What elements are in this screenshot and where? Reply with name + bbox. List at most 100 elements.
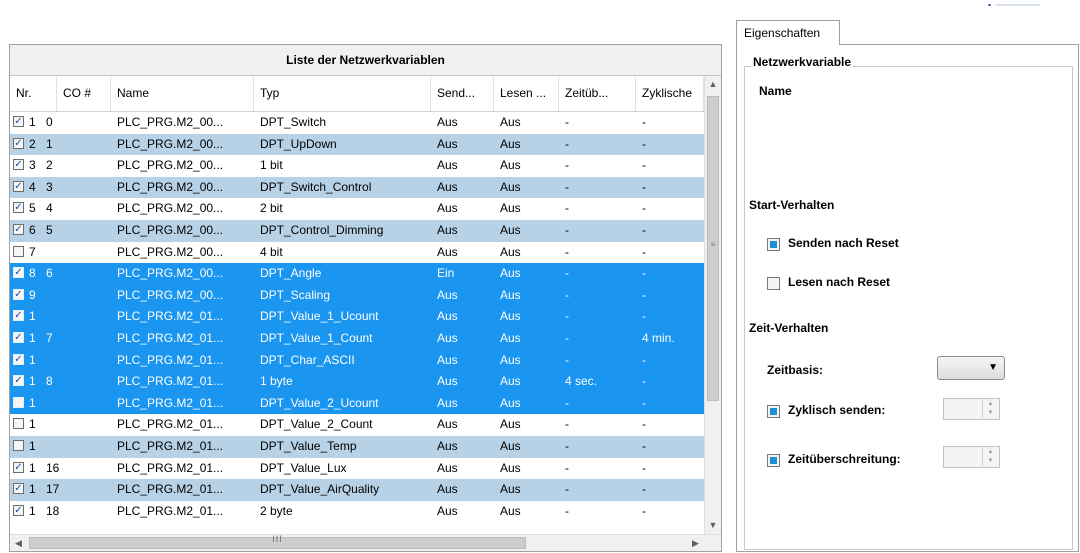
row-checkbox[interactable]: ✓ [13,375,24,387]
cell-send: Aus [437,417,458,432]
table-row[interactable]: ✓ 1 PLC_PRG.M2_01... DPT_Value_1_Ucount Aus A… [10,306,704,328]
cell-zeit: - [565,222,569,237]
column-header[interactable]: Typ [254,76,431,111]
cell-name: PLC_PRG.M2_00... [117,244,224,259]
row-checkbox[interactable]: ✓ [13,353,24,365]
cell-lesen: Aus [500,482,521,497]
dropdown-arrow-icon: ▼ [988,362,998,373]
row-checkbox[interactable]: ✓ [13,310,24,322]
table-row[interactable]: ✓ 8 6 PLC_PRG.M2_00... DPT_Angle Ein Aus - - [10,263,704,285]
cell-lesen: Aus [500,330,521,345]
cell-zeit: - [565,503,569,518]
scroll-left-arrow-icon[interactable]: ◀ [10,535,27,552]
table-row[interactable]: ✓ 1 PLC_PRG.M2_01... DPT_Char_ASCII Aus Aus - - [10,349,704,372]
table-row[interactable]: 1 PLC_PRG.M2_01... DPT_Value_Temp Aus Aus - - [10,435,704,458]
row-checkbox[interactable]: ✓ [13,267,24,279]
table-row[interactable]: ✓ 1 18 PLC_PRG.M2_01... 2 byte Aus Aus - - [10,501,704,523]
row-checkbox[interactable]: ✓ [13,461,24,473]
row-checkbox[interactable]: ✓ [13,223,24,235]
cell-co: 8 [46,374,53,389]
row-checkbox[interactable]: ✓ [13,331,24,343]
vertical-scrollbar[interactable]: ▲ ≡ ▼ [704,76,721,534]
cell-typ: DPT_Value_1_Ucount [260,309,379,324]
zyklisch-senden-spinner[interactable]: ▲ ▼ [943,398,1000,420]
column-header[interactable]: CO # [57,76,111,111]
cell-co: 0 [46,115,53,129]
column-header[interactable]: Nr. [10,76,57,111]
spinner-buttons[interactable]: ▲ ▼ [982,448,998,466]
table-row[interactable]: 1 PLC_PRG.M2_01... DPT_Value_2_Ucount Aus Au… [10,392,704,415]
cell-zeit: - [565,417,569,432]
table-row[interactable]: ✓ 4 3 PLC_PRG.M2_00... DPT_Switch_Control Aus… [10,176,704,199]
zeitueberschreitung-spinner[interactable]: ▲ ▼ [943,446,1000,468]
table-row[interactable]: ✓ 3 2 PLC_PRG.M2_00... 1 bit Aus Aus - - [10,155,704,177]
cell-zeit: - [565,266,569,281]
cell-send: Aus [437,503,458,518]
cell-typ: 1 bit [260,158,283,173]
lesen-nach-reset-checkbox[interactable] [767,277,780,290]
row-checkbox[interactable]: ✓ [13,180,24,192]
spin-up-icon[interactable]: ▲ [983,448,998,457]
cell-send: Aus [437,482,458,497]
cell-nr: 1 [29,115,36,129]
tab-eigenschaften[interactable]: Eigenschaften [736,20,840,45]
table-row[interactable]: ✓ 1 16 PLC_PRG.M2_01... DPT_Value_Lux Aus Aus -… [10,458,704,480]
spin-up-icon[interactable]: ▲ [983,400,998,409]
cell-send: Aus [437,222,458,237]
cell-lesen: Aus [500,244,521,259]
cell-typ: DPT_Value_Temp [260,438,357,453]
row-checkbox[interactable]: ✓ [13,483,24,495]
cell-zeit: 4 sec. [565,374,598,389]
table-row[interactable]: ✓ 1 17 PLC_PRG.M2_01... DPT_Value_AirQuality… [10,479,704,501]
row-checkbox[interactable]: ✓ [13,137,24,149]
column-header[interactable]: Zeitüb... [559,76,636,111]
vertical-scroll-thumb[interactable]: ≡ [707,96,719,401]
table-row[interactable]: ✓ 6 5 PLC_PRG.M2_00... DPT_Control_Dimming Au… [10,219,704,242]
table-row[interactable]: ✓ 9 PLC_PRG.M2_00... DPT_Scaling Aus Aus - - [10,284,704,307]
row-checkbox[interactable]: ✓ [13,288,24,300]
cell-nr: 7 [29,244,36,259]
zyklisch-senden-checkbox[interactable] [767,405,780,418]
column-header[interactable]: Zyklische [636,76,704,111]
cell-co [46,414,106,436]
row-checkbox[interactable] [13,439,24,451]
senden-nach-reset-checkbox[interactable] [767,238,780,251]
spinner-buttons[interactable]: ▲ ▼ [982,400,998,418]
row-checkbox[interactable] [13,245,24,257]
row-checkbox[interactable] [13,418,24,430]
cell-lesen: Aus [500,115,521,129]
zeitbasis-dropdown[interactable]: ▼ [937,356,1005,380]
horizontal-scrollbar[interactable]: ◀ III ▶ [10,534,721,551]
row-checkbox[interactable]: ✓ [13,116,24,127]
row-checkbox[interactable] [13,396,24,408]
table-row[interactable]: ✓ 5 4 PLC_PRG.M2_00... 2 bit Aus Aus - - [10,198,704,220]
table-row[interactable]: 7 PLC_PRG.M2_00... 4 bit Aus Aus - - [10,242,704,264]
table-row[interactable]: ✓ 2 1 PLC_PRG.M2_00... DPT_UpDown Aus Aus - - [10,133,704,156]
row-checkbox[interactable]: ✓ [13,504,24,516]
cell-send: Aus [437,460,458,475]
cell-nr: 1 [29,503,36,518]
column-header[interactable]: Name [111,76,254,111]
cell-name: PLC_PRG.M2_01... [117,309,224,324]
table-row[interactable]: ✓ 1 8 PLC_PRG.M2_01... 1 byte Aus Aus 4 sec. - [10,371,704,393]
netzwerkvariable-group [744,66,1073,550]
cell-name: PLC_PRG.M2_01... [117,482,224,497]
cell-nr: 1 [29,309,36,324]
row-checkbox[interactable]: ✓ [13,202,24,214]
spin-down-icon[interactable]: ▼ [983,409,998,418]
cell-typ: DPT_Switch [260,115,327,129]
table-row[interactable]: ✓ 1 0 PLC_PRG.M2_00... DPT_Switch Aus Aus - - [10,112,704,134]
scroll-right-arrow-icon[interactable]: ▶ [687,535,704,552]
zeitueberschreitung-checkbox[interactable] [767,454,780,467]
spin-down-icon[interactable]: ▼ [983,457,998,466]
table-row[interactable]: ✓ 1 7 PLC_PRG.M2_01... DPT_Value_1_Count Aus A… [10,327,704,350]
cell-send: Aus [437,309,458,324]
scroll-down-arrow-icon[interactable]: ▼ [705,517,721,534]
horizontal-scroll-thumb[interactable]: III [29,534,526,549]
column-header[interactable]: Send... [431,76,494,111]
column-header[interactable]: Lesen ... [494,76,559,111]
table-row[interactable]: 1 PLC_PRG.M2_01... DPT_Value_2_Count Aus Aus… [10,414,704,436]
column-header-row: Nr. CO # Name Typ Send... Lesen ... Zeitüb... Z… [10,76,704,112]
row-checkbox[interactable]: ✓ [13,159,24,171]
scroll-up-arrow-icon[interactable]: ▲ [705,76,721,93]
